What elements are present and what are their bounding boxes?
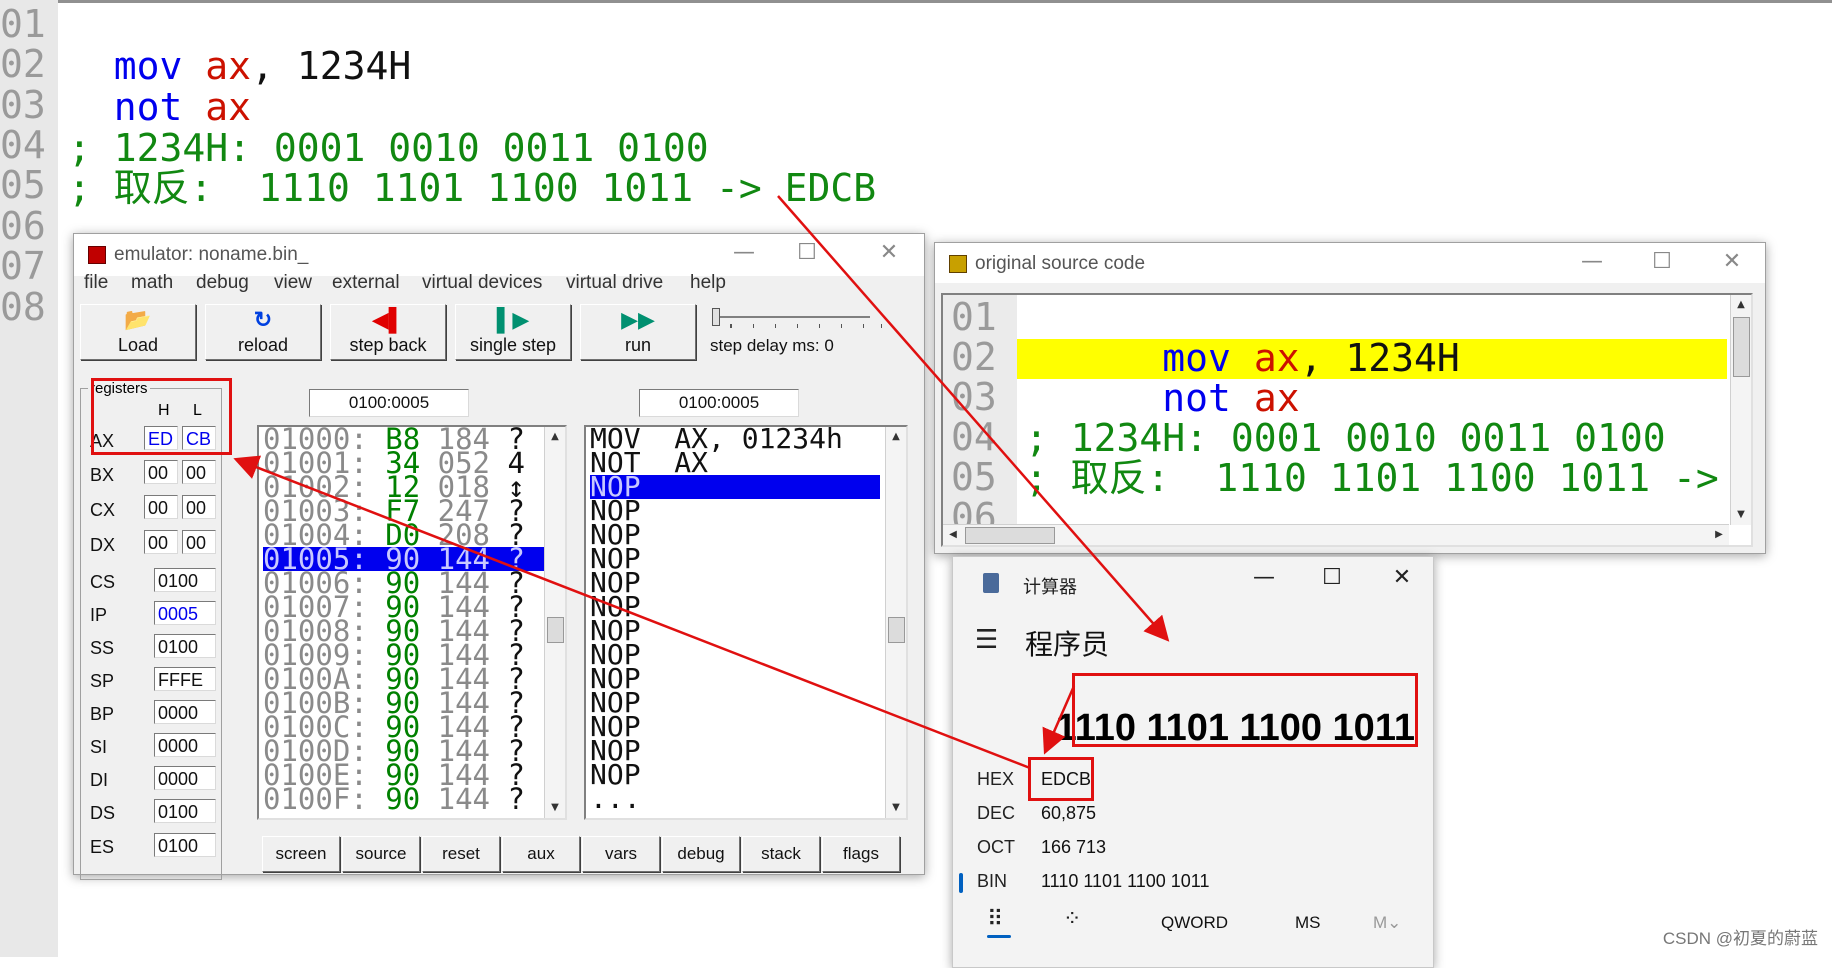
annotation-arrows xyxy=(233,195,1170,770)
arrow-display-to-hex xyxy=(1042,685,1076,755)
arrow-edcb-to-calculator xyxy=(777,195,1170,642)
arrow-hex-to-ax xyxy=(233,455,1031,770)
watermark: CSDN @初夏的蔚蓝 xyxy=(1662,929,1818,948)
